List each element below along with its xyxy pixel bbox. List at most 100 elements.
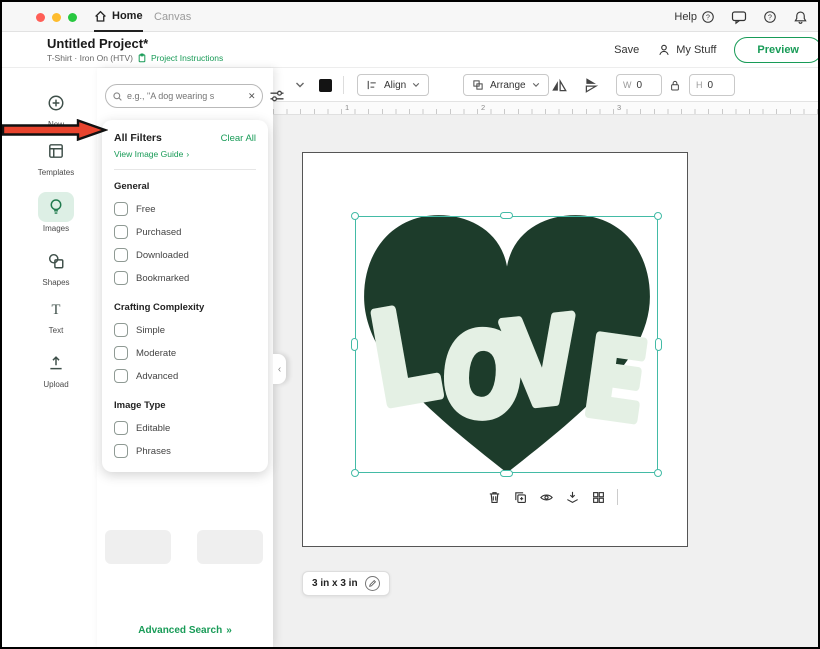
project-instructions-link[interactable]: Project Instructions — [151, 53, 223, 63]
arrange-label: Arrange — [490, 80, 526, 91]
selection-bounding-box[interactable] — [355, 216, 658, 473]
close-window-button[interactable] — [36, 13, 45, 22]
sidebar-item-images[interactable]: Images — [30, 192, 82, 233]
clear-search-icon[interactable]: ✕ — [248, 91, 256, 102]
filter-option-downloaded[interactable]: Downloaded — [114, 248, 256, 262]
filters-sliders-icon[interactable] — [269, 88, 285, 104]
filter-section-image-type-title: Image Type — [114, 400, 256, 411]
checkbox-bookmarked[interactable] — [114, 271, 128, 285]
checkbox-downloaded[interactable] — [114, 248, 128, 262]
resize-handle-right[interactable] — [655, 338, 662, 351]
image-result-placeholder[interactable] — [105, 530, 171, 564]
checkbox-advanced[interactable] — [114, 369, 128, 383]
svg-text:?: ? — [768, 15, 772, 22]
artboard[interactable]: L O V E — [302, 152, 688, 547]
sidebar: New Templates Images Shapes T Text — [30, 68, 82, 647]
project-type-label: T-Shirt · Iron On (HTV) — [47, 53, 133, 63]
chevron-right-icon: › — [186, 149, 189, 159]
save-button[interactable]: Save — [614, 44, 639, 56]
filter-option-purchased[interactable]: Purchased — [114, 225, 256, 239]
mat-size-chip: 3 in x 3 in — [302, 571, 390, 596]
filter-option-advanced[interactable]: Advanced — [114, 369, 256, 383]
project-title: Untitled Project* — [47, 36, 148, 51]
tab-canvas[interactable]: Canvas — [154, 2, 191, 32]
help-button[interactable]: Help ? — [674, 10, 715, 24]
tab-canvas-label: Canvas — [154, 11, 191, 23]
flip-horizontal-button[interactable] — [550, 68, 568, 102]
resize-handle-top[interactable] — [500, 212, 513, 219]
templates-icon — [47, 142, 65, 160]
text-icon: T — [47, 300, 65, 318]
preview-button[interactable]: Preview — [734, 37, 820, 63]
help-circle-icon: ? — [701, 10, 715, 24]
design-canvas[interactable]: L O V E — [273, 115, 818, 647]
chevron-left-icon: ‹ — [278, 364, 281, 375]
resize-handle-bottom-left[interactable] — [351, 469, 359, 477]
notifications-bell-icon[interactable] — [793, 10, 808, 25]
checkbox-simple[interactable] — [114, 323, 128, 337]
view-image-guide-link[interactable]: View Image Guide › — [114, 149, 256, 159]
filter-option-bookmarked[interactable]: Bookmarked — [114, 271, 256, 285]
collapse-panel-button[interactable]: ‹ — [273, 354, 286, 384]
height-input[interactable]: H 0 — [689, 74, 735, 96]
resize-handle-top-left[interactable] — [351, 212, 359, 220]
color-sync-icon[interactable] — [591, 490, 606, 505]
checkbox-phrases[interactable] — [114, 444, 128, 458]
topbar-actions: Help ? ? — [674, 2, 808, 32]
ruler-tick-1: 1 — [345, 103, 349, 112]
checkbox-purchased[interactable] — [114, 225, 128, 239]
checkbox-free[interactable] — [114, 202, 128, 216]
app-window: Home Canvas Help ? ? Untitled Project — [0, 0, 820, 649]
filter-option-phrases[interactable]: Phrases — [114, 444, 256, 458]
all-filters-title: All Filters — [114, 132, 162, 144]
advanced-search-link[interactable]: Advanced Search — [138, 625, 222, 636]
filter-section-general-title: General — [114, 181, 256, 192]
filter-option-simple[interactable]: Simple — [114, 323, 256, 337]
align-dropdown[interactable]: Align — [357, 74, 429, 96]
resize-handle-top-right[interactable] — [654, 212, 662, 220]
tab-home-label: Home — [112, 10, 143, 22]
my-stuff-label: My Stuff — [676, 44, 716, 56]
divider — [343, 76, 344, 94]
minimize-window-button[interactable] — [52, 13, 61, 22]
hide-eye-icon[interactable] — [539, 490, 554, 505]
resize-handle-bottom[interactable] — [500, 470, 513, 477]
feedback-icon[interactable] — [731, 9, 747, 25]
svg-text:?: ? — [706, 15, 710, 22]
filter-option-free[interactable]: Free — [114, 202, 256, 216]
image-result-placeholder[interactable] — [197, 530, 263, 564]
search-input[interactable] — [127, 91, 244, 101]
filter-option-moderate[interactable]: Moderate — [114, 346, 256, 360]
align-icon — [366, 79, 378, 91]
duplicate-icon[interactable] — [513, 490, 528, 505]
width-input[interactable]: W 0 — [616, 74, 662, 96]
lock-aspect-button[interactable] — [669, 68, 681, 102]
tab-home[interactable]: Home — [94, 2, 143, 32]
resize-handle-bottom-right[interactable] — [654, 469, 662, 477]
delete-icon[interactable] — [487, 490, 502, 505]
checkbox-editable[interactable] — [114, 421, 128, 435]
sidebar-item-templates[interactable]: Templates — [30, 136, 82, 177]
my-stuff-button[interactable]: My Stuff — [657, 43, 716, 57]
question-icon[interactable]: ? — [763, 10, 777, 24]
hidden-dropdown-chevron[interactable] — [295, 68, 305, 102]
checkbox-moderate[interactable] — [114, 346, 128, 360]
sidebar-item-text[interactable]: T Text — [30, 294, 82, 335]
images-search-panel: ✕ All Filters Clear All View Image Guide… — [97, 68, 273, 647]
sidebar-item-shapes[interactable]: Shapes — [30, 246, 82, 287]
clear-all-link[interactable]: Clear All — [221, 133, 256, 144]
sidebar-item-upload[interactable]: Upload — [30, 348, 82, 389]
ruler-tick-2: 2 — [481, 103, 485, 112]
flatten-icon[interactable] — [565, 490, 580, 505]
window-titlebar: Home Canvas Help ? ? — [2, 2, 818, 32]
color-swatch[interactable] — [319, 79, 332, 92]
filter-option-editable[interactable]: Editable — [114, 421, 256, 435]
flip-vertical-button[interactable] — [583, 68, 601, 102]
resize-handle-left[interactable] — [351, 338, 358, 351]
zoom-window-button[interactable] — [68, 13, 77, 22]
project-header: Untitled Project* T-Shirt · Iron On (HTV… — [2, 32, 818, 68]
sidebar-item-new[interactable]: New — [30, 88, 82, 129]
edit-size-button[interactable] — [365, 576, 380, 591]
arrange-dropdown[interactable]: Arrange — [463, 74, 549, 96]
filter-section-complexity-title: Crafting Complexity — [114, 302, 256, 313]
